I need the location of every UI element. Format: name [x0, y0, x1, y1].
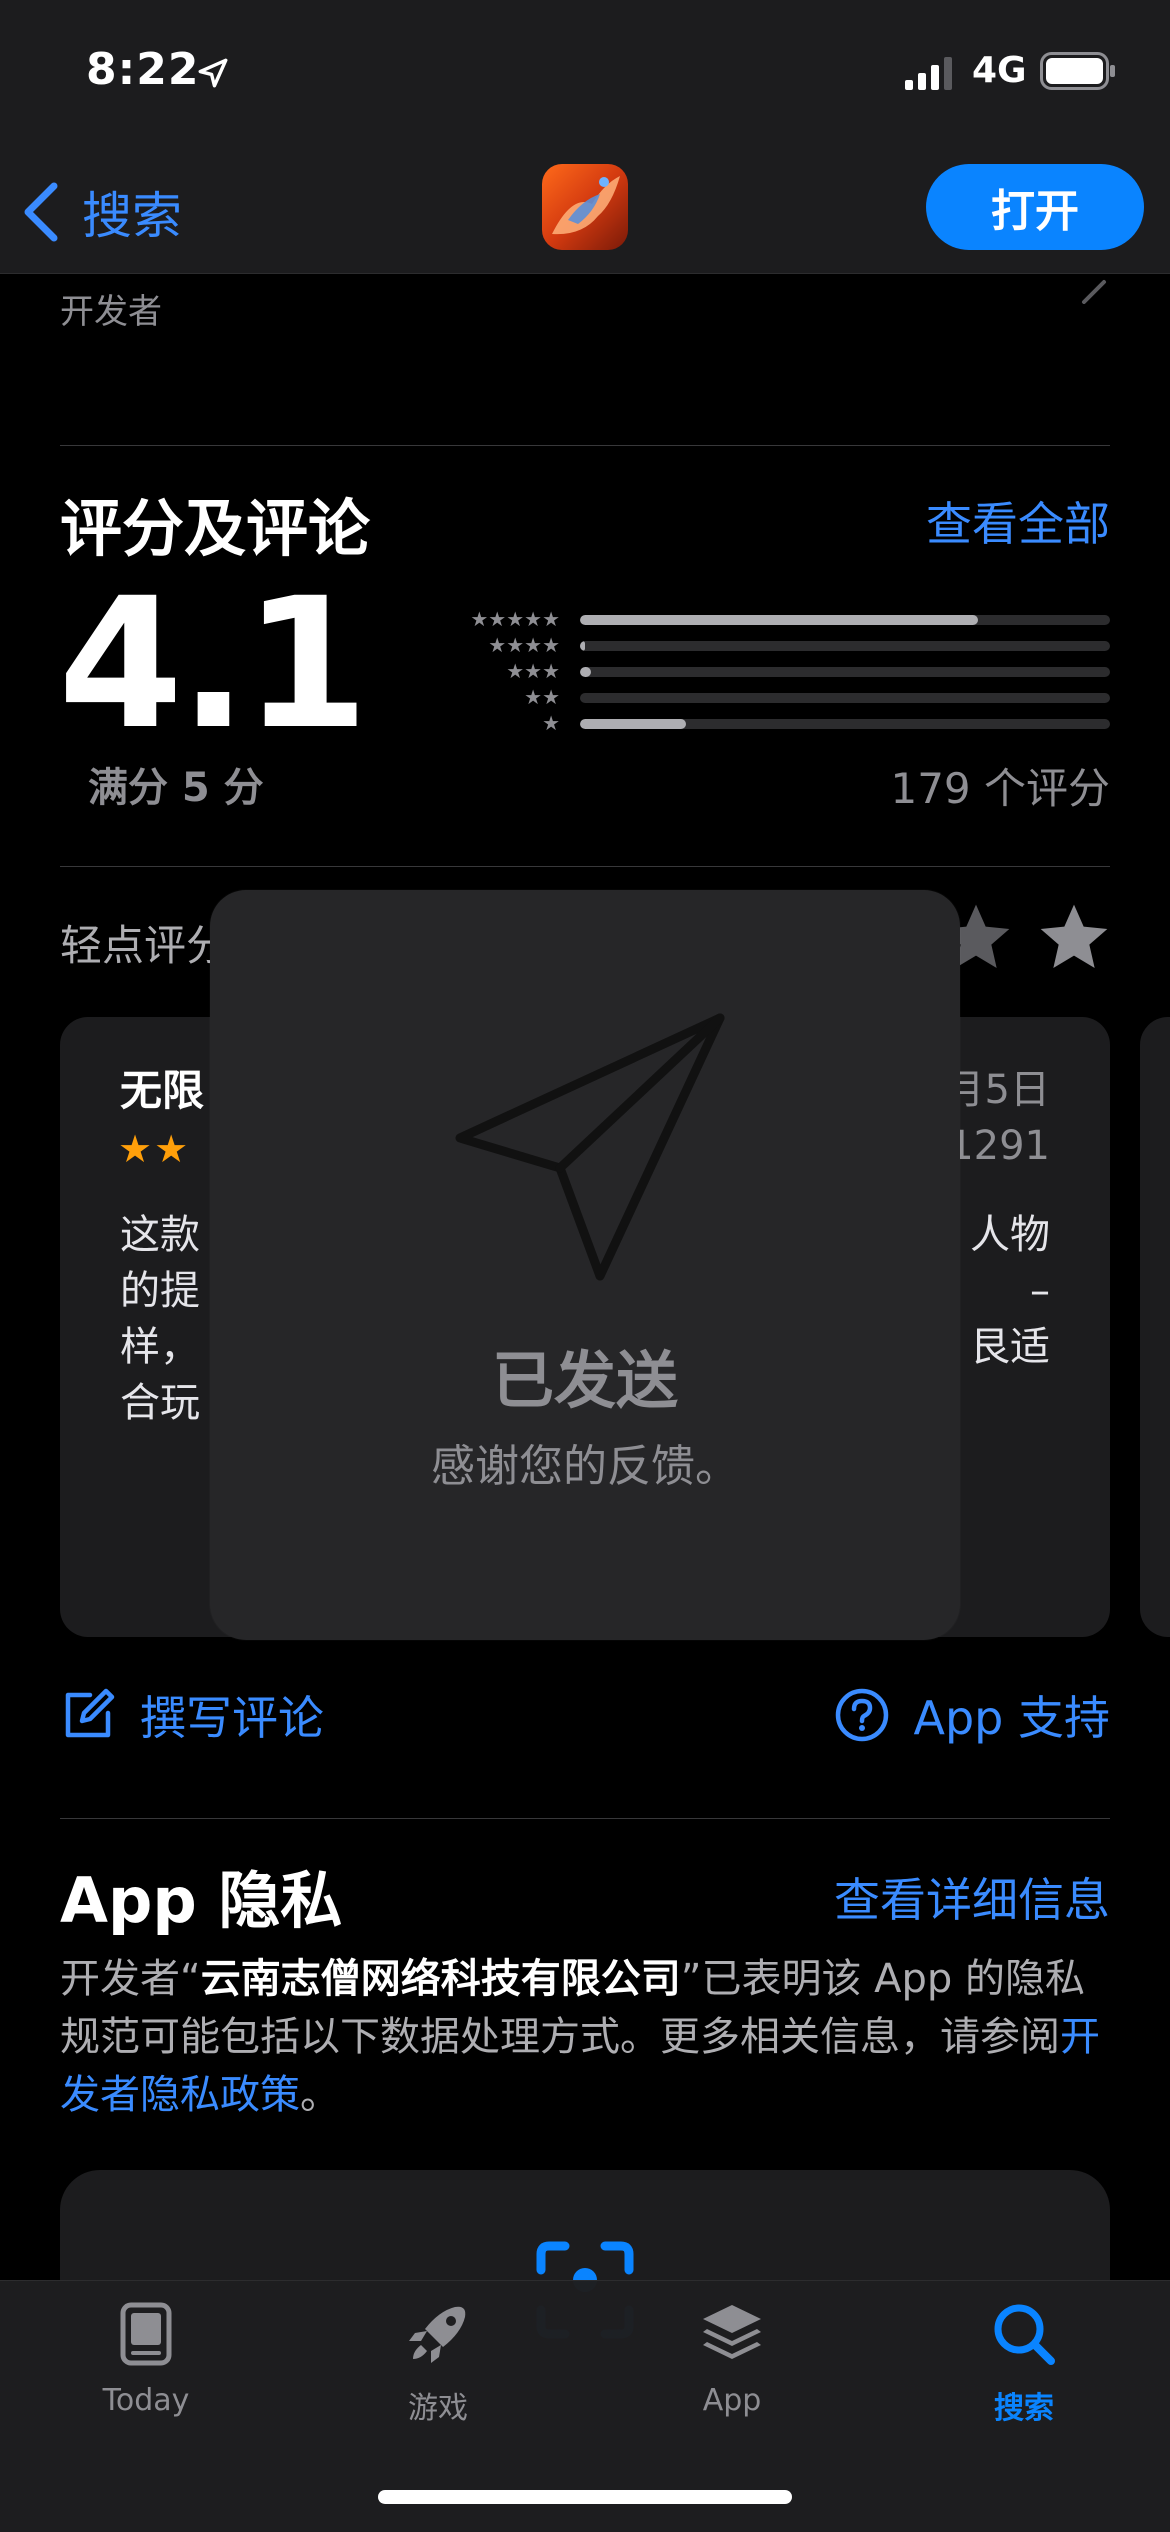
see-all-link[interactable]: 查看全部	[926, 488, 1110, 554]
review-date: 月5日	[944, 1067, 1050, 1113]
help-circle-icon	[835, 1688, 888, 1742]
chevron-left-icon	[24, 182, 58, 242]
histogram-stars: ★	[542, 711, 560, 735]
histogram-row: ★★	[430, 686, 1110, 712]
histogram-row: ★★★★	[430, 634, 1110, 660]
histogram-row: ★★★	[430, 660, 1110, 686]
histogram-row: ★	[430, 712, 1110, 738]
privacy-text: 开发者“	[60, 1956, 201, 2002]
histogram-fill	[580, 615, 978, 625]
histogram-track	[580, 693, 1110, 703]
review-stars: ★★	[118, 1127, 191, 1171]
developer-label: 开发者	[60, 292, 162, 332]
histogram-track	[580, 667, 1110, 677]
write-review-button[interactable]: 撰写评论	[60, 1680, 324, 1750]
chevron-right-icon	[1082, 280, 1106, 304]
rate-star-5-icon[interactable]	[1034, 898, 1114, 978]
histogram-stars: ★★★	[506, 659, 560, 683]
tap-to-rate-stars	[936, 898, 1114, 978]
tab-today[interactable]: Today	[46, 2299, 246, 2418]
histogram-row: ★★★★★	[430, 608, 1110, 634]
rating-count: 179 个评分	[890, 764, 1110, 813]
divider	[60, 445, 1110, 446]
review-line: 样，	[120, 1324, 200, 1370]
next-review-card[interactable]	[1140, 1017, 1170, 1637]
review-line-end: 艮适	[970, 1324, 1050, 1370]
hud-subtitle: 感谢您的反馈。	[431, 1441, 739, 1492]
developer-row[interactable]: 开发者	[60, 274, 1110, 334]
review-line: 合玩	[120, 1380, 200, 1426]
hud-title: 已发送	[491, 1344, 678, 1417]
tab-label: App	[702, 2383, 762, 2418]
status-bar: 8:22 4G	[0, 0, 1170, 150]
tab-search[interactable]: 搜索	[924, 2299, 1124, 2427]
app-icon[interactable]	[542, 164, 628, 250]
tab-apps[interactable]: App	[632, 2299, 832, 2418]
review-author: 1291	[948, 1123, 1050, 1169]
review-line-end: 人物	[970, 1212, 1050, 1258]
app-store-screen: 8:22 4G 搜索 打开 开发者 评分及评论 查看全部 4.1 满分 5 分 …	[0, 0, 1170, 2532]
rocket-icon	[409, 2306, 466, 2363]
cellular-signal-icon	[905, 57, 952, 90]
privacy-title: App 隐私	[60, 1864, 343, 1937]
tab-label: 搜索	[994, 2391, 1054, 2426]
layers-icon	[703, 2305, 761, 2359]
review-line-end: –	[1030, 1268, 1050, 1314]
back-label: 搜索	[82, 187, 182, 245]
status-time: 8:22	[86, 44, 200, 95]
sent-confirmation-hud: 已发送 感谢您的反馈。	[210, 890, 960, 1640]
today-icon	[120, 2302, 172, 2366]
location-arrow-icon	[198, 58, 228, 88]
network-type: 4G	[972, 50, 1027, 91]
tab-label: Today	[102, 2383, 190, 2418]
developer-name: 云南志僧网络科技有限公司	[200, 1956, 681, 2002]
back-button[interactable]: 搜索	[20, 172, 182, 252]
write-review-label: 撰写评论	[140, 1691, 324, 1745]
open-button[interactable]: 打开	[926, 164, 1144, 250]
histogram-track	[580, 719, 1110, 729]
histogram-track	[580, 615, 1110, 625]
privacy-description: 开发者“云南志僧网络科技有限公司”已表明该 App 的隐私规范可能包括以下数据处…	[60, 1950, 1110, 2124]
histogram-stars: ★★	[524, 685, 560, 709]
nav-bar: 搜索 打开	[0, 150, 1170, 274]
battery-icon	[1040, 52, 1115, 90]
compose-icon	[65, 1688, 115, 1738]
app-support-label: App 支持	[913, 1691, 1111, 1745]
divider	[60, 1818, 1110, 1819]
histogram-stars: ★★★★★	[470, 607, 560, 631]
privacy-text: 。	[300, 2072, 340, 2118]
tab-games[interactable]: 游戏	[338, 2299, 538, 2427]
divider	[60, 866, 1110, 867]
review-line: 的提	[120, 1268, 200, 1314]
histogram-fill	[580, 667, 591, 677]
app-support-button[interactable]: App 支持	[834, 1680, 1111, 1750]
privacy-details-link[interactable]: 查看详细信息	[834, 1864, 1110, 1930]
out-of-label: 满分 5 分	[88, 765, 264, 811]
histogram-stars: ★★★★	[488, 633, 560, 657]
histogram-fill	[580, 719, 686, 729]
rating-histogram: ★★★★★ ★★★★ ★★★ ★★ ★	[430, 608, 1110, 738]
average-score: 4.1	[58, 560, 369, 769]
search-icon	[994, 2304, 1055, 2365]
histogram-track	[580, 641, 1110, 651]
home-indicator[interactable]	[378, 2490, 792, 2504]
histogram-fill	[580, 641, 586, 651]
ratings-title: 评分及评论	[60, 492, 371, 565]
review-line: 这款	[120, 1212, 200, 1258]
paper-plane-icon	[455, 1013, 725, 1281]
tab-label: 游戏	[408, 2391, 468, 2426]
